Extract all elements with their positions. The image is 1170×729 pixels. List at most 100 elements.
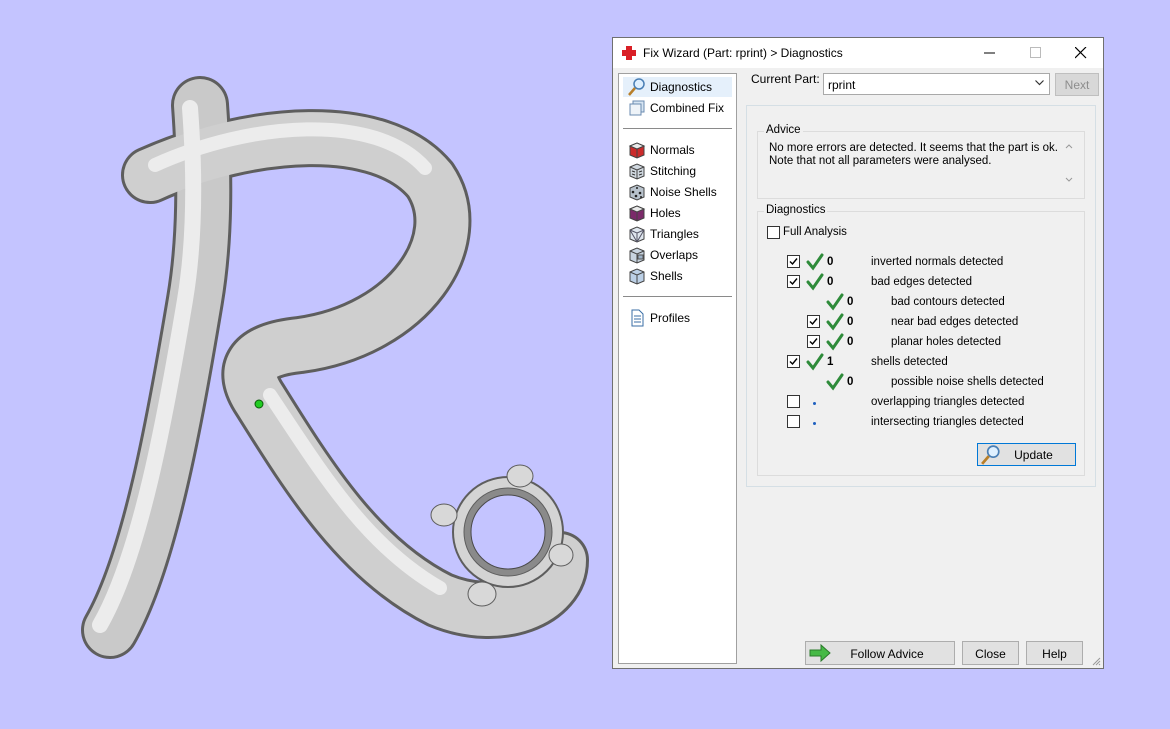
- ok-check-icon: [806, 253, 824, 271]
- nav-item-diagnostics[interactable]: Diagnostics: [623, 77, 732, 97]
- diag-label: bad contours detected: [891, 296, 1005, 308]
- triangles-cube-icon: [629, 226, 645, 243]
- diag-checkbox[interactable]: [787, 415, 800, 428]
- combined-fix-icon: [629, 100, 645, 116]
- diag-checkbox[interactable]: [807, 315, 820, 328]
- advice-group: Advice No more errors are detected. It s…: [757, 124, 1085, 199]
- close-icon: [1075, 47, 1087, 59]
- diagnostics-group: Diagnostics Full Analysis 0 inverted nor…: [757, 204, 1085, 476]
- diag-count: 0: [847, 336, 854, 348]
- current-part-select[interactable]: rprint: [823, 73, 1050, 95]
- noise-shells-cube-icon: [629, 184, 645, 201]
- nav-item-holes[interactable]: Holes: [623, 203, 732, 223]
- magnifier-icon: [628, 78, 645, 96]
- window-title: Fix Wizard (Part: rprint) > Diagnostics: [643, 46, 843, 60]
- not-analysed-dot: [813, 402, 816, 405]
- resize-grip-icon[interactable]: [1091, 656, 1101, 666]
- diag-count: 0: [827, 276, 834, 288]
- full-analysis-checkbox[interactable]: [767, 226, 780, 239]
- chevron-down-icon: [1035, 80, 1044, 86]
- nav-item-overlaps[interactable]: Overlaps: [623, 245, 732, 265]
- nav-label: Normals: [650, 143, 695, 157]
- diag-checkbox[interactable]: [807, 335, 820, 348]
- nav-item-noise-shells[interactable]: Noise Shells: [623, 182, 732, 202]
- advice-scrollbar[interactable]: [1064, 142, 1074, 184]
- overlaps-cube-icon: [629, 247, 645, 264]
- red-cross-icon: [622, 46, 636, 60]
- 3d-model-viewport[interactable]: [0, 0, 600, 729]
- checkmark-icon: [789, 278, 798, 286]
- minimize-button[interactable]: [967, 38, 1013, 68]
- diag-checkbox[interactable]: [787, 275, 800, 288]
- diag-row-near-bad-edges: 0 near bad edges detected: [758, 313, 1084, 333]
- diag-checkbox[interactable]: [787, 255, 800, 268]
- ok-check-icon: [826, 313, 844, 331]
- nav-label: Triangles: [650, 227, 699, 241]
- title-bar[interactable]: Fix Wizard (Part: rprint) > Diagnostics: [613, 38, 1103, 68]
- next-button[interactable]: Next: [1055, 73, 1099, 96]
- current-part-label: Current Part:: [751, 72, 820, 86]
- diag-count: 0: [847, 376, 854, 388]
- help-button[interactable]: Help: [1026, 641, 1083, 665]
- nav-label: Combined Fix: [650, 101, 725, 115]
- maximize-icon: [1030, 47, 1041, 58]
- nav-item-normals[interactable]: Normals: [623, 140, 732, 160]
- nav-item-profiles[interactable]: Profiles: [623, 308, 732, 328]
- diag-row-bad-edges: 0 bad edges detected: [758, 273, 1084, 293]
- diag-count: 1: [827, 356, 834, 368]
- nav-label: Diagnostics: [650, 80, 713, 94]
- diag-checkbox[interactable]: [787, 355, 800, 368]
- minimize-icon: [984, 52, 995, 54]
- follow-advice-button[interactable]: Follow Advice: [805, 641, 955, 665]
- diag-count: 0: [847, 296, 854, 308]
- diag-row-noise-shells: 0 possible noise shells detected: [758, 373, 1084, 393]
- nav-item-triangles[interactable]: Triangles: [623, 224, 732, 244]
- ok-check-icon: [826, 293, 844, 311]
- update-button[interactable]: Update: [977, 443, 1076, 466]
- fix-wizard-window: Fix Wizard (Part: rprint) > Diagnostics …: [612, 37, 1104, 669]
- nav-item-combined-fix[interactable]: Combined Fix: [623, 98, 732, 118]
- normals-cube-icon: [628, 142, 646, 159]
- advice-text: No more errors are detected. It seems th…: [769, 142, 1058, 167]
- diagnostics-panel: Advice No more errors are detected. It s…: [746, 105, 1096, 487]
- current-part-value: rprint: [828, 78, 856, 92]
- diag-label: possible noise shells detected: [891, 376, 1044, 388]
- nav-item-shells[interactable]: Shells: [623, 266, 732, 286]
- diag-label: near bad edges detected: [891, 316, 1019, 328]
- diag-row-planar-holes: 0 planar holes detected: [758, 333, 1084, 353]
- ok-check-icon: [826, 333, 844, 351]
- nav-item-stitching[interactable]: Stitching: [623, 161, 732, 181]
- nav-label: Profiles: [650, 311, 691, 325]
- maximize-button[interactable]: [1013, 38, 1059, 68]
- stitching-cube-icon: [629, 163, 645, 180]
- close-button[interactable]: Close: [962, 641, 1019, 665]
- checkmark-icon: [789, 258, 798, 266]
- not-analysed-dot: [813, 422, 816, 425]
- selection-marker[interactable]: [254, 399, 264, 409]
- nav-divider: [623, 296, 732, 297]
- diag-count: 0: [847, 316, 854, 328]
- close-window-button[interactable]: [1058, 38, 1104, 68]
- ok-check-icon: [806, 353, 824, 371]
- diag-count: 0: [827, 256, 834, 268]
- diag-label: bad edges detected: [871, 276, 973, 288]
- full-analysis-label: Full Analysis: [783, 226, 847, 238]
- diag-checkbox[interactable]: [787, 395, 800, 408]
- next-button-label: Next: [1064, 78, 1090, 92]
- magnifier-icon: [981, 445, 1000, 465]
- profiles-document-icon: [631, 309, 644, 327]
- diag-label: overlapping triangles detected: [871, 396, 1025, 408]
- holes-cube-icon: [628, 205, 646, 222]
- help-button-label: Help: [1042, 647, 1067, 661]
- wizard-nav-panel: Diagnostics Combined Fix Normals Stitchi…: [618, 73, 737, 664]
- diagnostics-legend: Diagnostics: [764, 204, 828, 216]
- diag-row-inverted-normals: 0 inverted normals detected: [758, 253, 1084, 273]
- diag-label: intersecting triangles detected: [871, 416, 1024, 428]
- advice-legend: Advice: [764, 124, 803, 136]
- shells-cube-icon: [629, 268, 645, 285]
- nav-label: Holes: [650, 206, 681, 220]
- diag-row-intersecting-triangles: intersecting triangles detected: [758, 415, 1084, 433]
- ok-check-icon: [806, 273, 824, 291]
- nav-divider: [623, 128, 732, 129]
- close-button-label: Close: [975, 647, 1006, 661]
